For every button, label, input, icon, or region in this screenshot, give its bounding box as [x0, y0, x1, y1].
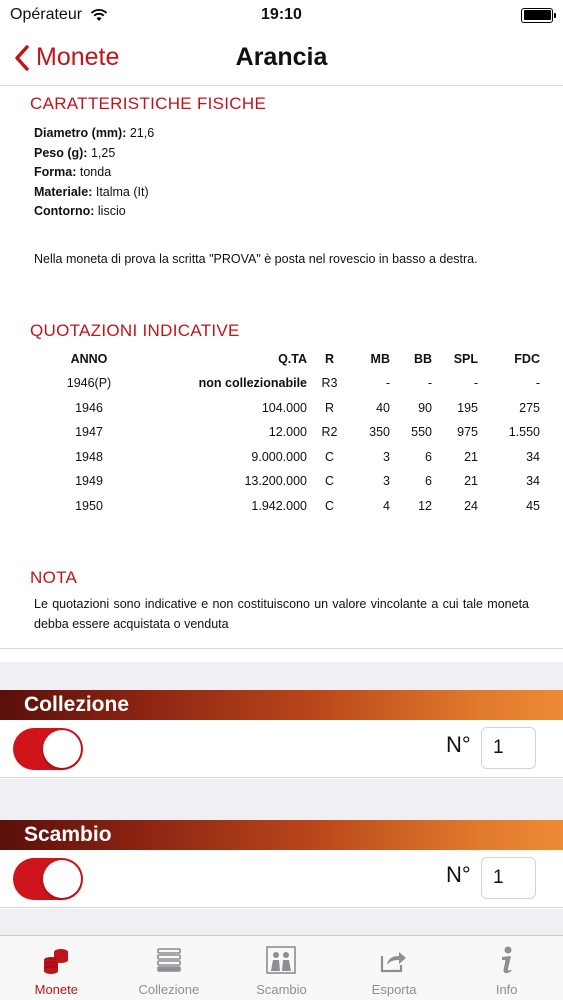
collection-row: N°	[0, 720, 563, 778]
section-spacer	[0, 662, 563, 690]
divider	[0, 648, 563, 649]
physical-section-title: CARATTERISTICHE FISICHE	[30, 94, 267, 113]
exchange-toggle[interactable]	[13, 858, 83, 900]
exchange-icon	[266, 946, 297, 974]
collection-toggle[interactable]	[13, 728, 83, 770]
spec-row: Materiale: Italma (It)	[34, 184, 149, 199]
spec-row: Peso (g): 1,25	[34, 145, 116, 160]
exchange-number-input[interactable]	[481, 857, 536, 899]
tab-label: Collezione	[138, 982, 200, 997]
collection-number-label: N°	[446, 732, 471, 757]
column-header: MB	[370, 352, 390, 366]
share-icon	[380, 952, 407, 973]
column-header: FDC	[514, 352, 540, 366]
section-spacer	[0, 779, 563, 820]
carrier-label: Opérateur	[10, 6, 83, 23]
collection-header: Collezione	[0, 690, 563, 720]
back-button[interactable]: Monete	[0, 43, 119, 72]
table-row: 1947 12.000 R2 350 550 975 1.550	[75, 425, 540, 440]
tab-scambio[interactable]: Scambio	[225, 936, 338, 1000]
exchange-row: N°	[0, 850, 563, 908]
exchange-number-label: N°	[446, 862, 471, 887]
table-row: 1946(P) non collezionabile R3 - - - -	[66, 376, 540, 391]
coin-details: CARATTERISTICHE FISICHE Diametro (mm): 2…	[0, 87, 563, 634]
spec-row: Forma: tonda	[34, 165, 112, 179]
toggle-knob	[43, 860, 81, 898]
back-label: Monete	[36, 43, 120, 71]
spec-row: Contorno: liscio	[34, 204, 126, 218]
quotes-section-title: QUOTAZIONI INDICATIVE	[30, 321, 240, 340]
collection-number-input[interactable]	[481, 727, 536, 769]
tab-label: Esporta	[371, 982, 417, 997]
table-header-row: ANNO Q.TA R MB BB SPL FDC	[44, 347, 540, 371]
tab-label: Info	[495, 982, 518, 997]
spec-row: Diametro (mm): 21,6	[34, 126, 155, 140]
tab-collezione[interactable]: Collezione	[113, 936, 226, 1000]
wifi-icon	[90, 9, 108, 21]
coins-icon	[44, 949, 69, 974]
tab-label: Scambio	[256, 982, 307, 997]
column-header: R	[324, 352, 335, 366]
table-row: 1946 104.000 R 40 90 195 275	[75, 400, 540, 415]
quotes-table: ANNO Q.TA R MB BB SPL FDC 1946(P) non co…	[44, 347, 540, 518]
status-bar: Opérateur 19:10	[0, 0, 563, 30]
stack-icon	[157, 948, 181, 972]
proof-note: Nella moneta di prova la scritta "PROVA"…	[34, 251, 478, 266]
table-row: 1950 1.942.000 C 4 12 24 45	[75, 498, 540, 513]
section-spacer	[0, 909, 563, 935]
column-header: ANNO	[70, 352, 108, 366]
note-text: Le quotazioni sono indicative e non cost…	[34, 597, 529, 631]
physical-specs: Diametro (mm): 21,6 Peso (g): 1,25 Forma…	[0, 124, 563, 222]
table-row: 1948 9.000.000 C 3 6 21 34	[75, 449, 540, 464]
tab-bar: Monete Collezione Scambio Esporta Info	[0, 935, 563, 1000]
battery-icon	[521, 7, 556, 23]
info-icon	[501, 946, 512, 974]
tab-esporta[interactable]: Esporta	[338, 936, 451, 1000]
tab-monete[interactable]: Monete	[0, 936, 113, 1000]
column-header: SPL	[453, 352, 478, 366]
navigation-bar: Monete Arancia	[0, 30, 563, 86]
note-section-title: NOTA	[30, 568, 78, 587]
toggle-knob	[43, 730, 81, 768]
chevron-left-icon	[15, 44, 29, 71]
tab-label: Monete	[34, 982, 78, 997]
column-header: Q.TA	[278, 352, 307, 366]
tab-info[interactable]: Info	[450, 936, 563, 1000]
table-row: 1949 13.200.000 C 3 6 21 34	[75, 474, 540, 489]
column-header: BB	[413, 352, 432, 366]
exchange-header: Scambio	[0, 820, 563, 850]
